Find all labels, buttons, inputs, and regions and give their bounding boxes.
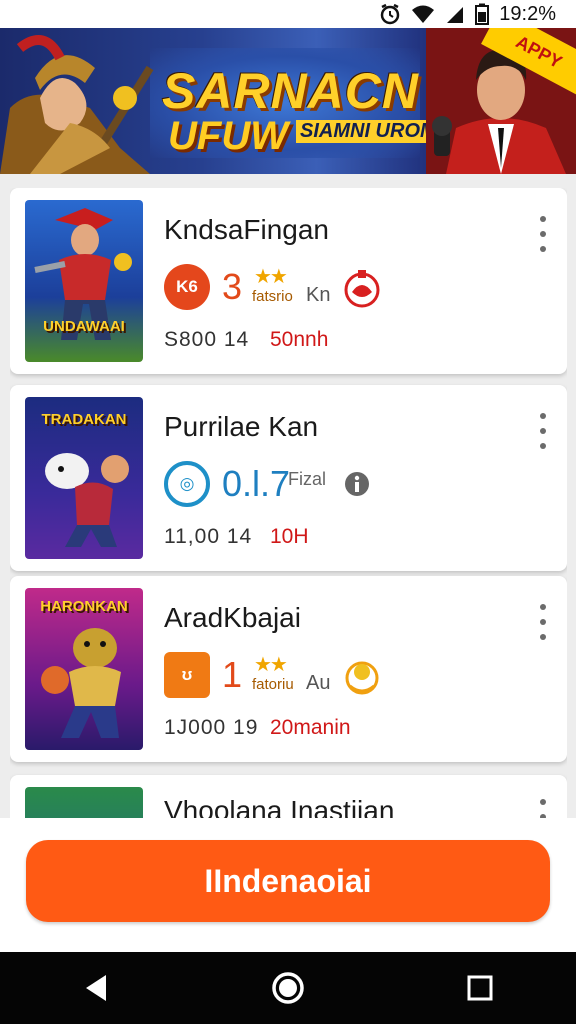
- game-stat: S800 14: [164, 328, 250, 351]
- banner-title-line1: SARNACN: [162, 63, 419, 119]
- thumbnail-title: HARONKAN: [40, 598, 128, 615]
- promo-banner[interactable]: SARNACN UFUW SIAMNI UROMAKO APPY: [0, 28, 576, 174]
- game-list: UNDAWAAI KndsaFingan K6 3 ★★ fatsrio Kn …: [10, 188, 567, 818]
- rating-row: K6 3 ★★ fatsrio Kn: [164, 262, 424, 312]
- character-art: [34, 208, 132, 340]
- warrior-hero-illustration: [0, 35, 154, 174]
- bottom-action-area: IIndenaoiai: [0, 818, 576, 952]
- more-options-icon[interactable]: [533, 604, 553, 640]
- status-bar: 19:2%: [0, 0, 576, 28]
- rating-row: ʊ 1 ★★ fatoriu Au: [164, 650, 424, 700]
- status-time: 19:2%: [499, 2, 556, 25]
- info-icon[interactable]: [344, 471, 370, 497]
- score-unit: Au: [306, 672, 331, 694]
- banner-title-line2: UFUW: [168, 114, 288, 158]
- game-card-3[interactable]: HARONKAN AradKbajai ʊ 1 ★★ fatoriu Au 1J…: [10, 576, 567, 762]
- signal-icon: [445, 4, 465, 24]
- game-time: 20manin: [270, 716, 351, 739]
- back-icon[interactable]: [66, 958, 126, 1018]
- thumbnail-title: TRADAKAN: [41, 411, 127, 428]
- score-label: Fizal: [288, 469, 327, 489]
- game-time: 10H: [270, 525, 309, 548]
- game-thumbnail: TRADAKAN: [25, 397, 143, 559]
- game-score: 1: [222, 654, 243, 695]
- game-name: Purrilae Kan: [164, 411, 319, 442]
- game-card-1[interactable]: UNDAWAAI KndsaFingan K6 3 ★★ fatsrio Kn …: [10, 188, 567, 374]
- game-card-4[interactable]: Vhoolana Inastiian: [10, 775, 567, 818]
- game-time: 50nnh: [270, 328, 329, 351]
- game-stat: 1J000 19: [164, 716, 259, 739]
- game-name: KndsaFingan: [164, 214, 330, 245]
- game-name: Vhoolana Inastiian: [164, 795, 395, 818]
- game-stat: 11,00 14: [164, 525, 253, 548]
- recents-icon[interactable]: [450, 958, 510, 1018]
- game-thumbnail: UNDAWAAI: [25, 200, 143, 362]
- game-badge-icon: ʊ: [164, 652, 210, 698]
- game-badge-icon: ◎: [164, 461, 210, 507]
- reward-icon: [345, 661, 379, 695]
- game-badge-icon: K6: [164, 264, 210, 310]
- game-thumbnail: [25, 787, 143, 818]
- more-options-icon[interactable]: [533, 413, 553, 449]
- reward-icon: [344, 270, 380, 308]
- stars-icon: ★★: [254, 266, 288, 288]
- more-options-icon[interactable]: [533, 216, 553, 252]
- game-score: 3: [222, 266, 243, 307]
- game-card-2[interactable]: TRADAKAN Purrilae Kan ◎ 0.l.7 Fizal 11,0…: [10, 385, 567, 571]
- score-label: fatoriu: [252, 676, 294, 693]
- stars-icon: ★★: [254, 654, 288, 676]
- score-unit: Kn: [306, 284, 331, 306]
- rating-row: ◎ 0.l.7 Fizal: [164, 459, 424, 509]
- system-nav-bar: [0, 952, 576, 1024]
- game-score: 0.l.7: [222, 463, 291, 504]
- alarm-icon: [379, 3, 401, 25]
- primary-action-button[interactable]: IIndenaoiai: [26, 840, 550, 922]
- more-options-icon[interactable]: [533, 799, 553, 818]
- score-label: fatsrio: [252, 288, 293, 305]
- game-thumbnail: HARONKAN: [25, 588, 143, 750]
- game-name: AradKbajai: [164, 602, 301, 633]
- wifi-icon: [411, 4, 435, 24]
- thumbnail-title: UNDAWAAI: [43, 318, 125, 335]
- battery-icon: [475, 3, 490, 25]
- home-icon[interactable]: [258, 958, 318, 1018]
